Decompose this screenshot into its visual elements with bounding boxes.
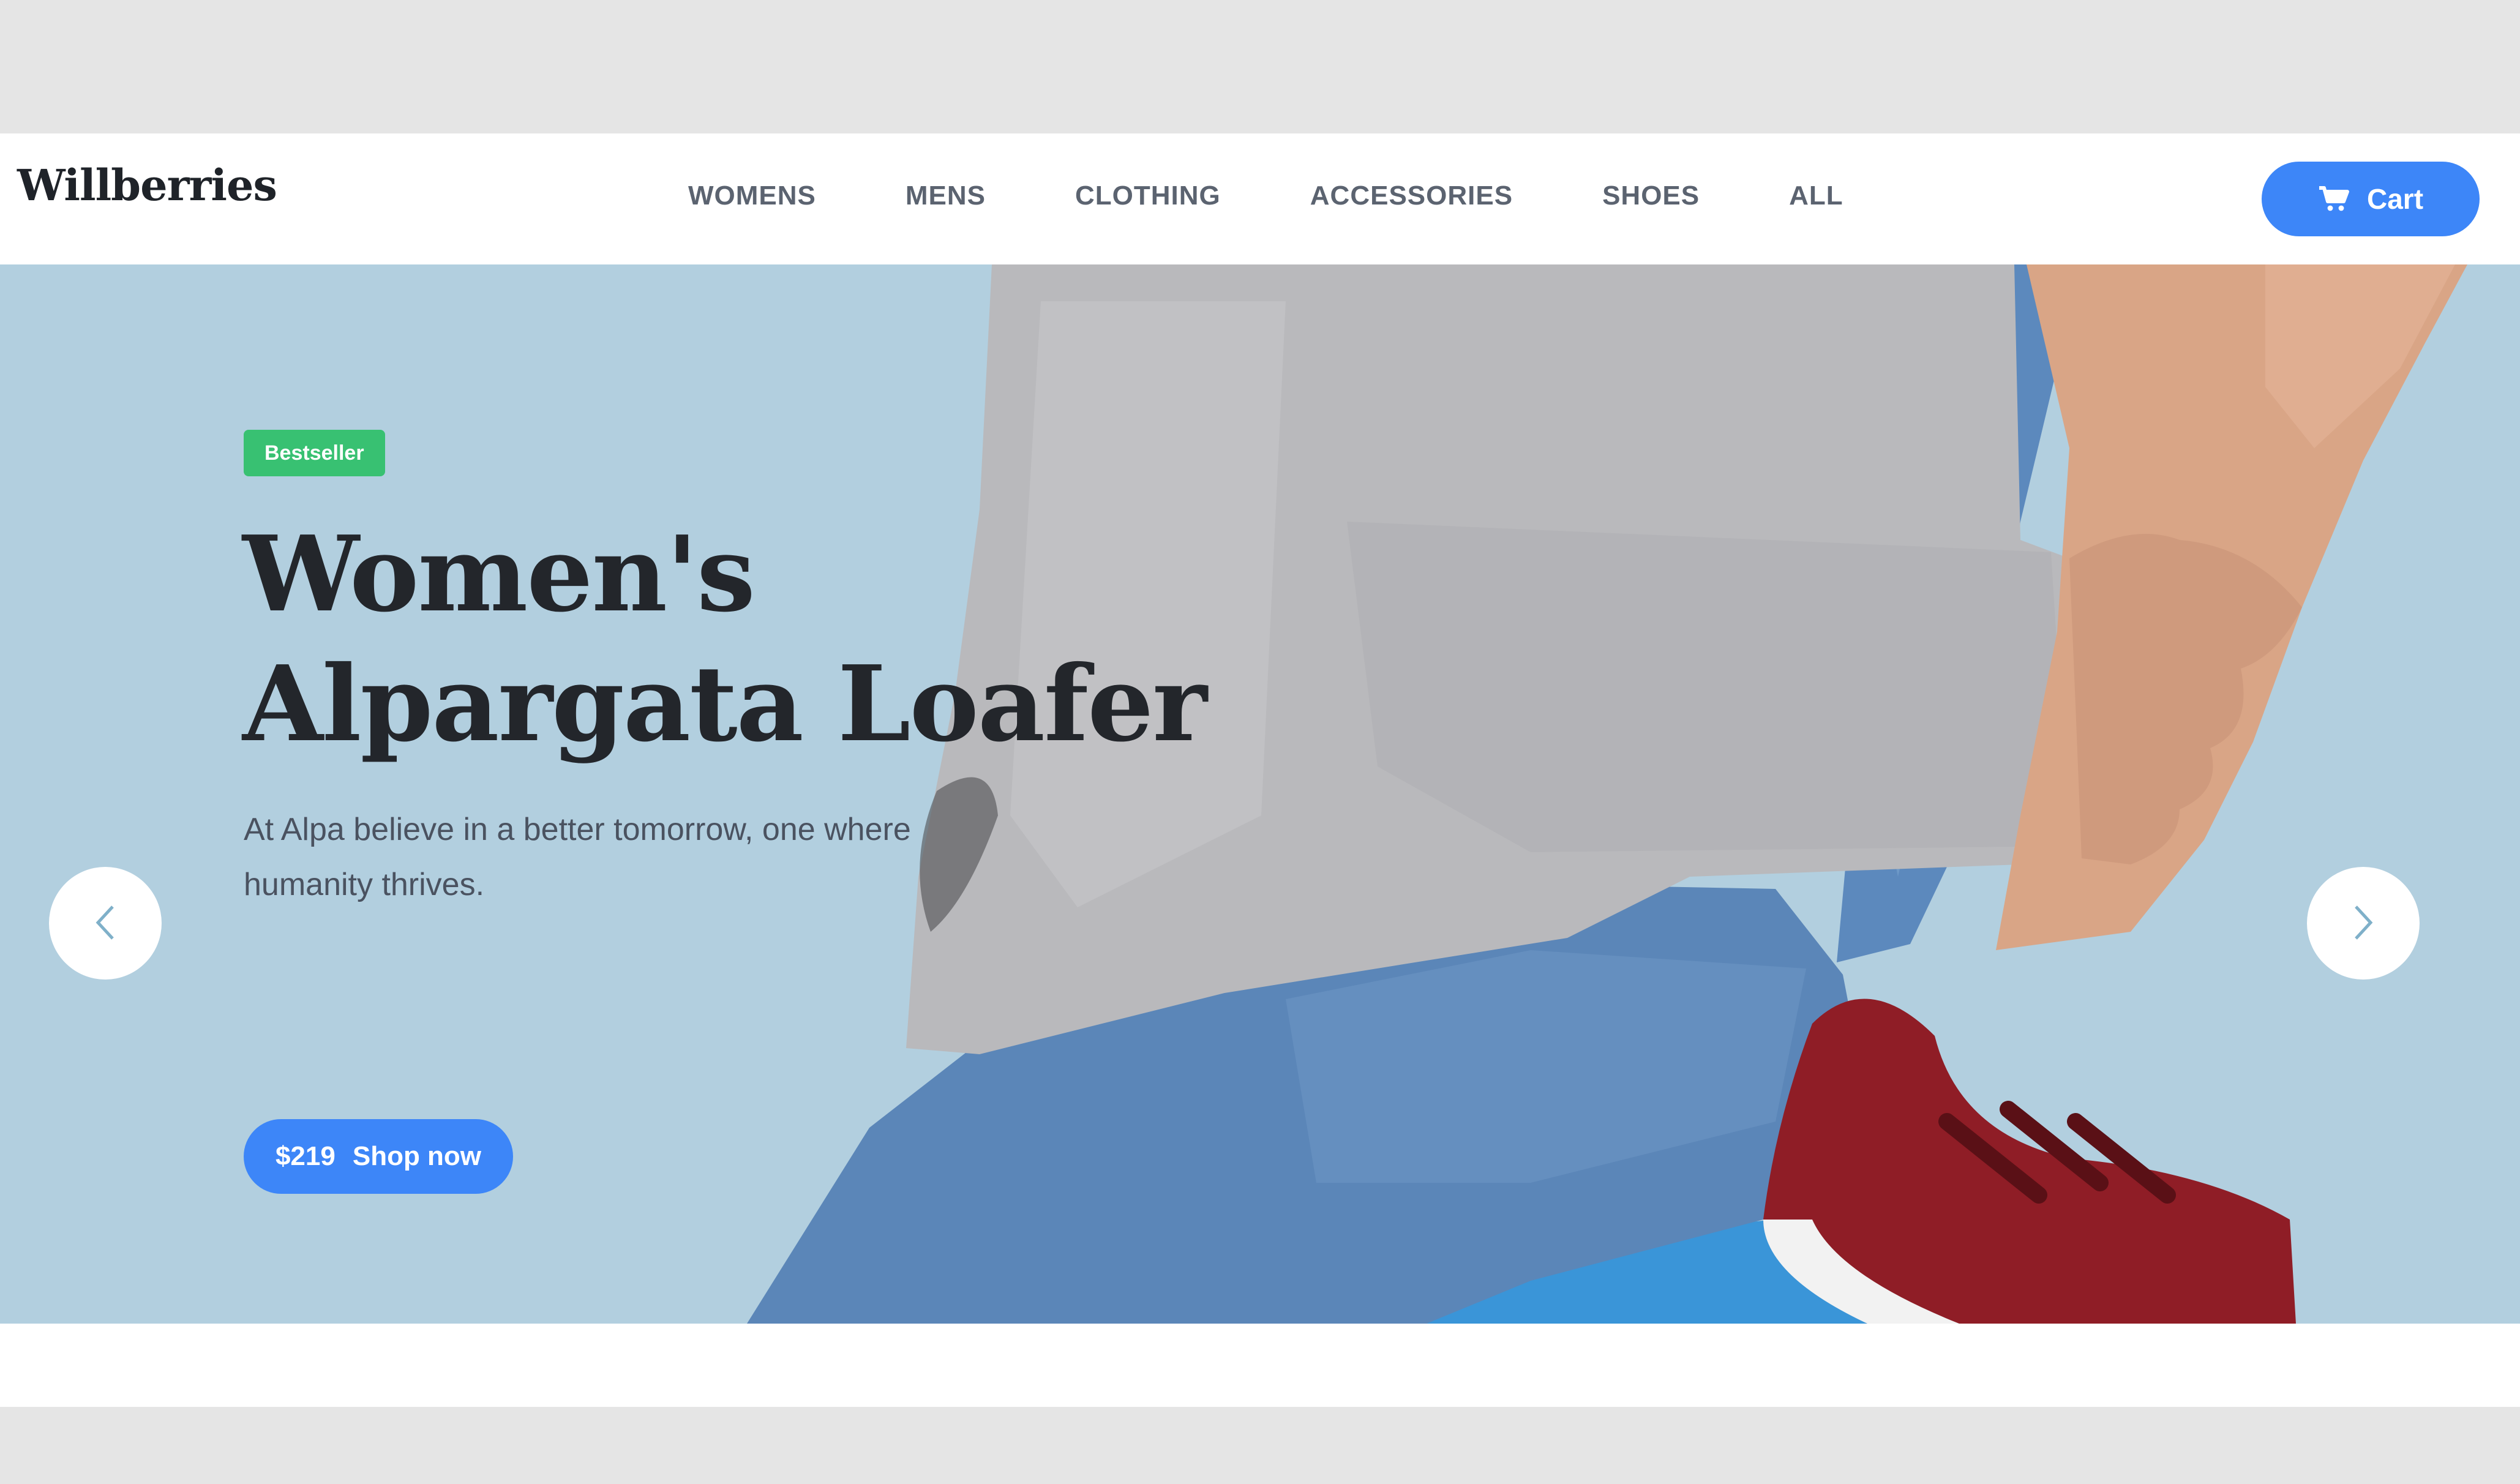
nav-link-accessories[interactable]: ACCESSORIES [1310,182,1513,209]
nav-link-clothing[interactable]: CLOTHING [1075,182,1221,209]
cart-icon [2318,186,2351,212]
nav-link-all[interactable]: ALL [1789,182,1843,209]
hero-slider: Bestseller Women's Alpargata Loafer At A… [0,264,2520,1324]
site-header: Willberries WOMENS MENS CLOTHING ACCESSO… [0,133,2520,264]
nav-item-accessories: ACCESSORIES [1310,182,1602,209]
hero-description: At Alpa believe in a better tomorrow, on… [244,812,911,902]
cart-label: Cart [2366,183,2424,215]
nav-link-womens[interactable]: WOMENS [688,182,816,209]
price-label: $219 [275,1141,336,1171]
chevron-left-icon [93,903,118,944]
page: Willberries WOMENS MENS CLOTHING ACCESSO… [0,133,2520,1407]
slider-next-button[interactable] [2307,867,2420,980]
hero-title: Women's Alpargata Loafer [242,509,1207,769]
logo[interactable]: Willberries [17,164,277,207]
cart-button[interactable]: Cart [2262,162,2480,236]
nav-item-mens: MENS [906,182,1075,209]
nav-list: WOMENS MENS CLOTHING ACCESSORIES SHOES A… [688,182,1933,209]
nav-item-shoes: SHOES [1602,182,1789,209]
nav-item-clothing: CLOTHING [1075,182,1310,209]
shop-now-button[interactable]: $219 Shop now [244,1119,513,1194]
slider-prev-button[interactable] [49,867,162,980]
hero-title-line-2: Alpargata Loafer [242,643,1207,765]
chevron-right-icon [2351,903,2376,944]
hero-title-line-1: Women's [242,513,756,635]
shop-now-label: Shop now [352,1141,482,1171]
nav-item-all: ALL [1789,182,1933,209]
nav-link-mens[interactable]: MENS [906,182,986,209]
nav-item-womens: WOMENS [688,182,906,209]
bestseller-badge: Bestseller [244,430,385,476]
nav-link-shoes[interactable]: SHOES [1602,182,1700,209]
